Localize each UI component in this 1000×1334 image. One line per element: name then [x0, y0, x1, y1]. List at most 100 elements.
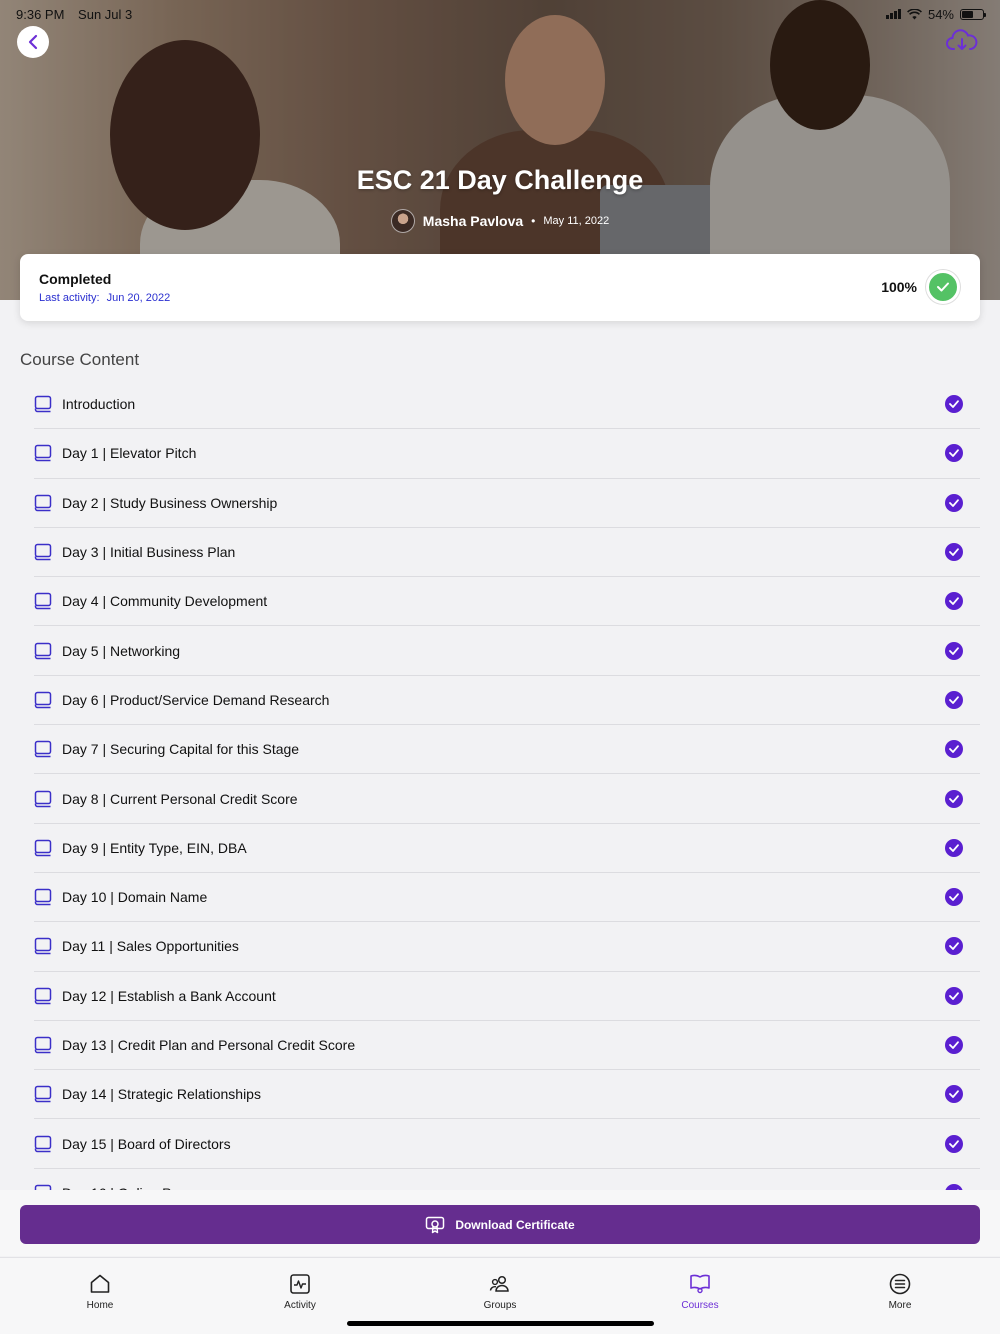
more-icon — [889, 1273, 911, 1295]
completed-check-icon — [945, 690, 963, 709]
completed-check-icon — [945, 444, 963, 463]
completed-check-icon — [945, 937, 963, 956]
content-item[interactable]: Day 13 | Credit Plan and Personal Credit… — [34, 1021, 980, 1071]
progress-percent: 100% — [881, 279, 917, 295]
meta-separator: • — [531, 214, 536, 228]
content-item[interactable]: Day 4 | Community Development — [34, 577, 980, 627]
tab-more-label: More — [888, 1300, 912, 1311]
book-icon — [34, 642, 52, 659]
content-item[interactable]: Day 11 | Sales Opportunities — [34, 922, 980, 972]
tab-activity[interactable]: Activity — [240, 1272, 360, 1311]
home-icon — [90, 1274, 110, 1293]
book-icon — [34, 691, 52, 709]
content-item[interactable]: Day 7 | Securing Capital for this Stage — [34, 725, 980, 775]
activity-icon — [290, 1274, 310, 1294]
tab-groups-label: Groups — [483, 1300, 517, 1311]
content-item[interactable]: Day 1 | Elevator Pitch — [34, 429, 980, 479]
status-time: 9:36 PM — [16, 6, 65, 22]
content-item-label: Day 11 | Sales Opportunities — [62, 938, 239, 955]
content-item-label: Day 5 | Networking — [62, 642, 181, 659]
last-activity-date: Jun 20, 2022 — [106, 292, 171, 304]
back-button[interactable] — [17, 26, 49, 58]
book-icon — [34, 790, 52, 807]
courses-icon — [690, 1274, 710, 1294]
content-item[interactable]: Day 15 | Board of Directors — [34, 1119, 980, 1169]
content-item[interactable]: Day 9 | Entity Type, EIN, DBA — [34, 824, 980, 873]
last-activity: Last activity: Jun 20, 2022 — [39, 292, 170, 304]
content-item[interactable]: Day 14 | Strategic Relationships — [34, 1070, 980, 1120]
content-item[interactable]: Day 16 | Online Presence — [34, 1169, 980, 1190]
content-item-label: Day 15 | Board of Directors — [62, 1135, 231, 1152]
book-icon — [34, 938, 52, 955]
status-bar: 9:36 PM Sun Jul 3 54% — [16, 4, 986, 24]
tab-groups[interactable]: Groups — [440, 1272, 560, 1311]
content-item[interactable]: Day 6 | Product/Service Demand Research — [34, 676, 980, 726]
content-item-label: Day 1 | Elevator Pitch — [62, 445, 197, 462]
content-item[interactable]: Day 2 | Study Business Ownership — [34, 479, 980, 528]
progress-status: Completed — [39, 271, 112, 287]
book-icon — [34, 987, 52, 1004]
last-activity-label: Last activity: — [39, 292, 100, 304]
tab-courses[interactable]: Courses — [640, 1272, 760, 1311]
book-icon — [34, 445, 52, 462]
content-item[interactable]: Day 10 | Domain Name — [34, 873, 980, 923]
completed-check-icon — [945, 986, 963, 1005]
progress-card: Completed Last activity: Jun 20, 2022 10… — [20, 254, 980, 321]
content-item-label: Day 13 | Credit Plan and Personal Credit… — [62, 1037, 356, 1053]
content-item[interactable]: Introduction — [34, 380, 980, 430]
certificate-icon — [426, 1216, 445, 1233]
tab-courses-label: Courses — [681, 1300, 719, 1311]
completed-check-icon — [945, 888, 963, 907]
content-item-label: Day 7 | Securing Capital for this Stage — [62, 741, 300, 758]
home-indicator[interactable] — [347, 1321, 654, 1326]
content-item-label: Day 10 | Domain Name — [62, 889, 208, 906]
completed-check-icon — [945, 592, 963, 611]
course-meta: Masha Pavlova • May 11, 2022 — [0, 209, 1000, 233]
cloud-download-icon[interactable] — [946, 28, 978, 54]
content-item-label: Day 8 | Current Personal Credit Score — [62, 790, 298, 807]
book-icon — [34, 395, 52, 413]
tab-home-label: Home — [86, 1300, 114, 1311]
download-certificate-button[interactable]: Download Certificate — [20, 1205, 980, 1244]
tab-activity-label: Activity — [284, 1300, 316, 1311]
completed-check-icon — [945, 1134, 963, 1153]
checkmark-icon — [937, 282, 949, 292]
book-icon — [34, 494, 52, 511]
content-item-label: Day 2 | Study Business Ownership — [62, 494, 278, 511]
content-item-label: Day 4 | Community Development — [62, 593, 268, 610]
book-icon — [34, 888, 52, 906]
chevron-left-icon — [28, 34, 38, 50]
content-item-label: Introduction — [62, 396, 136, 413]
tab-home[interactable]: Home — [40, 1272, 160, 1311]
content-item[interactable]: Day 8 | Current Personal Credit Score — [34, 774, 980, 824]
cellular-signal-icon — [885, 9, 901, 19]
completed-check-icon — [945, 789, 963, 808]
wifi-icon — [907, 8, 922, 19]
battery-icon — [960, 8, 986, 20]
content-item[interactable]: Day 3 | Initial Business Plan — [34, 528, 980, 578]
certificate-bar: Download Certificate — [0, 1190, 1000, 1256]
author-avatar — [390, 209, 415, 233]
book-icon — [34, 593, 52, 610]
tab-more[interactable]: More — [840, 1272, 960, 1311]
completed-check-icon — [945, 1085, 963, 1104]
completed-check-icon — [945, 1036, 963, 1054]
completed-check-icon — [945, 838, 963, 857]
completed-check-icon — [945, 543, 963, 562]
content-item-label: Day 12 | Establish a Bank Account — [62, 987, 276, 1004]
completed-check-icon — [945, 493, 963, 512]
content-item-label: Day 3 | Initial Business Plan — [62, 544, 236, 561]
book-icon — [34, 543, 52, 561]
groups-icon — [489, 1275, 509, 1292]
download-certificate-label: Download Certificate — [455, 1217, 575, 1232]
course-content-title: Course Content — [20, 350, 140, 369]
content-item[interactable]: Day 12 | Establish a Bank Account — [34, 972, 980, 1021]
course-title: ESC 21 Day Challenge — [356, 165, 644, 195]
course-detail-screen: 9:36 PM Sun Jul 3 54% ESC 21 Day Challen… — [0, 0, 1000, 1334]
content-item-label: Day 14 | Strategic Relationships — [62, 1086, 261, 1103]
book-icon — [34, 839, 52, 857]
author-name[interactable]: Masha Pavlova — [423, 213, 523, 229]
content-item[interactable]: Day 5 | Networking — [34, 626, 980, 676]
battery-percent: 54% — [927, 6, 954, 22]
book-icon — [34, 1135, 52, 1152]
